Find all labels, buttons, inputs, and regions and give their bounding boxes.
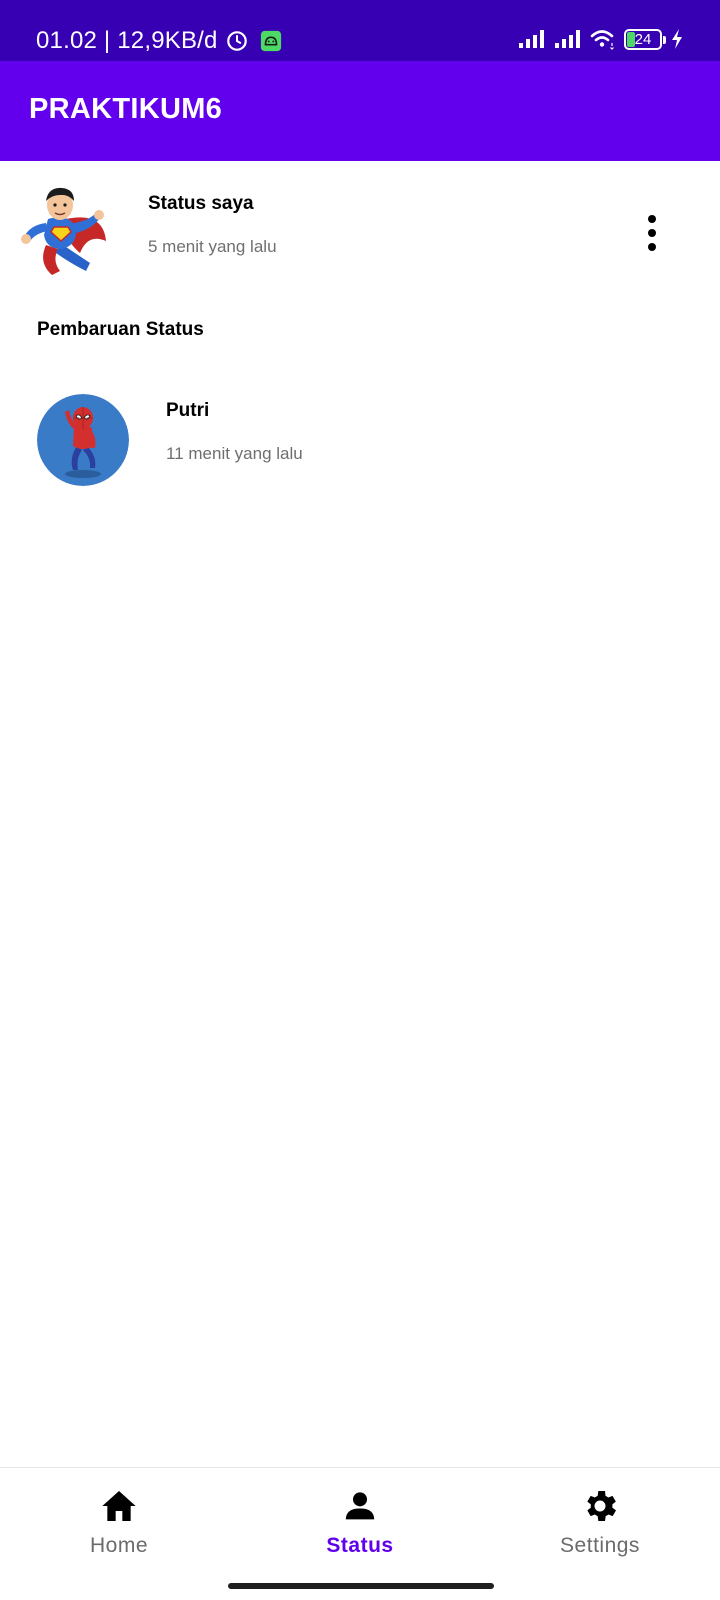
my-status-time: 5 menit yang lalu <box>148 237 277 256</box>
status-bar-left: 01.02 | 12,9KB/d <box>36 27 282 55</box>
contact-status-time: 11 menit yang lalu <box>166 444 303 463</box>
android-app-icon <box>260 30 281 52</box>
home-icon <box>102 1491 136 1521</box>
battery-icon: 24 <box>624 28 666 50</box>
nav-item-status[interactable]: Status <box>275 1486 445 1582</box>
nav-item-settings[interactable]: Settings <box>515 1486 685 1582</box>
spiderman-avatar <box>37 394 129 486</box>
wifi-icon <box>590 30 614 50</box>
gear-icon <box>587 1491 616 1521</box>
superhero-avatar <box>21 187 106 275</box>
clock-icon <box>226 31 247 51</box>
nav-label-status: Status <box>326 1534 394 1557</box>
more-vert-icon[interactable] <box>630 209 674 257</box>
bottom-navigation: Home Status Settings <box>0 1467 720 1600</box>
nav-label-home: Home <box>89 1534 149 1557</box>
contact-name: Putri <box>166 400 210 421</box>
my-status-title: Status saya <box>148 193 254 214</box>
system-status-bar: 01.02 | 12,9KB/d 24 <box>0 0 720 61</box>
list-item[interactable]: Putri 11 menit yang lalu <box>0 370 720 500</box>
time-and-speed: 01.02 | 12,9KB/d <box>36 27 218 54</box>
gesture-home-indicator[interactable] <box>228 1583 494 1589</box>
avatar <box>37 394 129 486</box>
signal-icon <box>519 30 544 48</box>
app-title: PRAKTIKUM6 <box>29 93 223 125</box>
section-header: Pembaruan Status <box>37 319 204 340</box>
status-bar-right: 24 <box>518 28 684 50</box>
app-bar: PRAKTIKUM6 <box>0 61 720 161</box>
nav-label-settings: Settings <box>560 1534 640 1557</box>
person-icon <box>345 1492 375 1520</box>
my-status-row[interactable]: Status saya 5 menit yang lalu <box>0 161 720 296</box>
signal-icon <box>555 30 580 48</box>
charging-icon <box>672 29 682 49</box>
nav-item-home[interactable]: Home <box>34 1486 204 1582</box>
battery-level: 24 <box>634 30 652 48</box>
